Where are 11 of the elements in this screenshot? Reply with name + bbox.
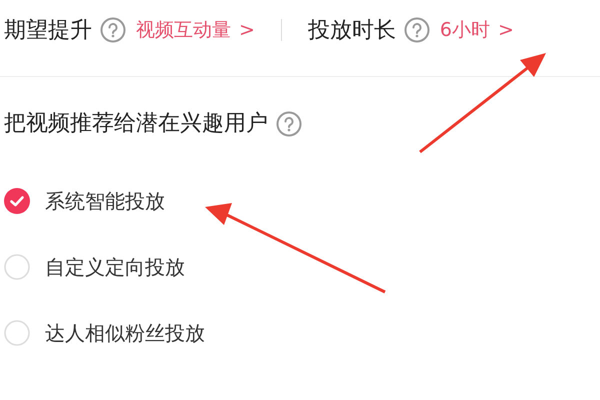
- setting-value-link[interactable]: 视频互动量 >: [136, 16, 255, 44]
- radio-option[interactable]: 达人相似粉丝投放: [4, 318, 600, 348]
- setting-label: 期望提升: [4, 16, 92, 44]
- help-icon[interactable]: [276, 110, 302, 136]
- section-title: 把视频推荐给潜在兴趣用户: [4, 110, 268, 138]
- setting-value-link[interactable]: 6小时 >: [440, 16, 514, 44]
- help-icon[interactable]: [404, 17, 430, 43]
- radio-option[interactable]: 系统智能投放: [4, 186, 600, 216]
- help-icon[interactable]: [100, 17, 126, 43]
- setting-label: 投放时长: [308, 16, 396, 44]
- radio-option[interactable]: 自定义定向投放: [4, 252, 600, 282]
